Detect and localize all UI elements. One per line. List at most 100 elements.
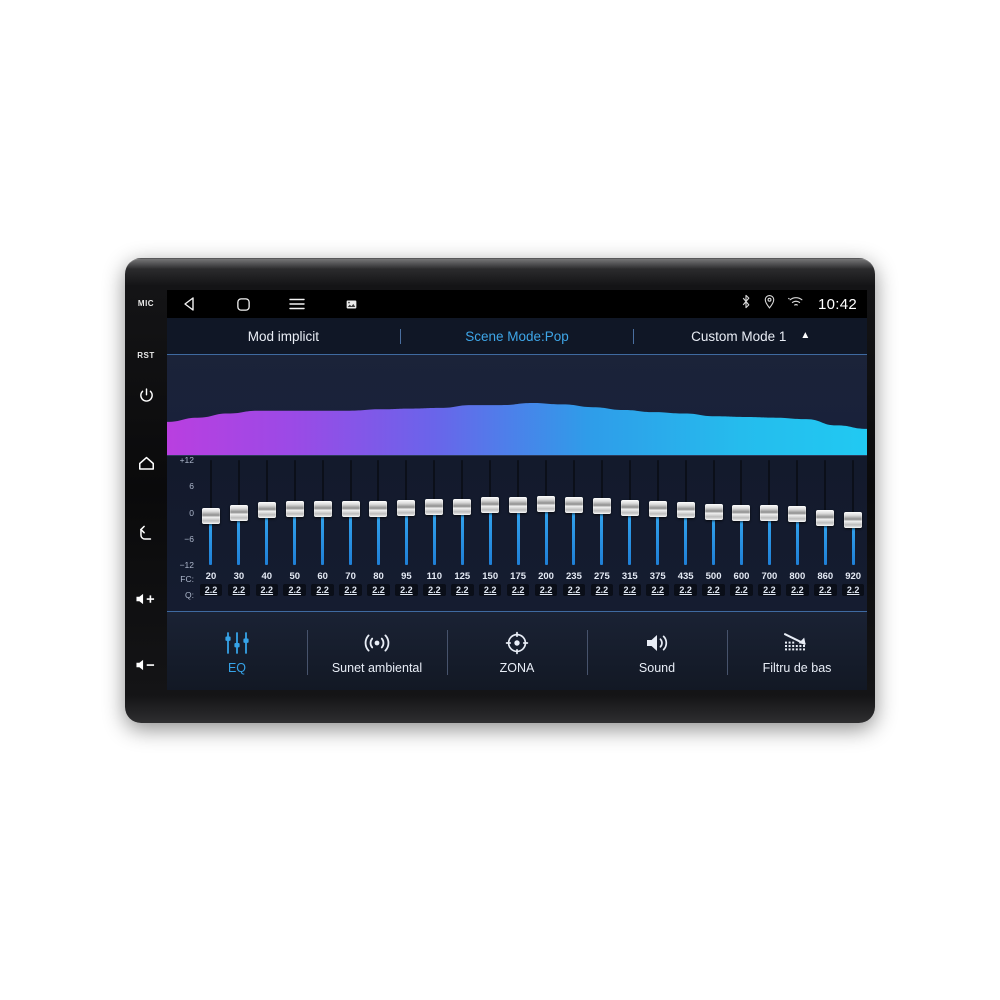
eq-band-q[interactable]: 2.2	[590, 584, 614, 596]
eq-band-slider[interactable]	[811, 456, 839, 569]
slider-handle[interactable]	[732, 504, 751, 521]
eq-band-q[interactable]: 2.2	[255, 584, 279, 596]
slider-handle[interactable]	[509, 497, 528, 514]
eq-band-slider[interactable]	[225, 456, 253, 569]
eq-band-slider[interactable]	[672, 456, 700, 569]
slider-fill	[544, 503, 548, 565]
eq-band-slider[interactable]	[644, 456, 672, 569]
slider-handle[interactable]	[229, 504, 248, 521]
eq-band-frequency: 435	[677, 571, 694, 582]
eq-band-q[interactable]: 2.2	[786, 584, 809, 596]
eq-band-slider[interactable]	[420, 456, 448, 569]
mode-scene[interactable]: Scene Mode:Pop	[401, 329, 634, 344]
eq-band-slider[interactable]	[309, 456, 337, 569]
slider-handle[interactable]	[592, 498, 611, 515]
slider-handle[interactable]	[313, 500, 332, 517]
eq-band-slider[interactable]	[783, 456, 811, 569]
chevron-up-icon[interactable]: ▲	[800, 331, 810, 341]
slider-fill	[628, 508, 632, 565]
eq-band-q[interactable]: 2.2	[199, 584, 223, 596]
eq-band-slider[interactable]	[337, 456, 365, 569]
tab-surround[interactable]: Sunet ambiental	[307, 612, 447, 690]
slider-handle[interactable]	[341, 500, 360, 517]
slider-handle[interactable]	[844, 511, 863, 528]
eq-band-q[interactable]: 2.2	[841, 584, 865, 596]
eq-band-slider[interactable]	[392, 456, 420, 569]
slider-handle[interactable]	[397, 499, 416, 516]
reset-button[interactable]: RST	[131, 340, 161, 370]
mic-button[interactable]: MIC	[131, 288, 161, 318]
slider-handle[interactable]	[620, 500, 639, 517]
eq-band-slider[interactable]	[616, 456, 644, 569]
eq-band-q[interactable]: 2.2	[367, 584, 390, 596]
eq-band-slider[interactable]	[253, 456, 281, 569]
eq-band-slider[interactable]	[448, 456, 476, 569]
eq-band-q[interactable]: 2.2	[395, 584, 418, 596]
back-icon[interactable]	[179, 294, 199, 314]
menu-icon[interactable]	[287, 294, 307, 314]
eq-band-slider[interactable]	[281, 456, 309, 569]
mode-custom[interactable]: Custom Mode 1 ▲	[634, 329, 867, 344]
eq-band-slider[interactable]	[504, 456, 532, 569]
eq-band-q[interactable]: 2.2	[813, 584, 837, 596]
eq-band-q[interactable]: 2.2	[534, 584, 558, 596]
head-unit-device: MIC RST 10:42 Mod implicit Scene Mode:Po…	[125, 258, 875, 723]
eq-band-q[interactable]: 2.2	[646, 584, 669, 596]
slider-handle[interactable]	[648, 501, 667, 518]
slider-handle[interactable]	[537, 495, 556, 512]
mode-default[interactable]: Mod implicit	[167, 329, 400, 344]
home-icon[interactable]	[131, 448, 161, 478]
eq-band-q[interactable]: 2.2	[478, 584, 502, 596]
eq-band-q[interactable]: 2.2	[506, 584, 530, 596]
tab-sound[interactable]: Sound	[587, 612, 727, 690]
eq-band-slider[interactable]	[700, 456, 728, 569]
slider-handle[interactable]	[369, 500, 388, 517]
tab-zone[interactable]: ZONA	[447, 612, 587, 690]
eq-band-slider[interactable]	[755, 456, 783, 569]
eq-band-slider[interactable]	[365, 456, 393, 569]
eq-band-slider[interactable]	[588, 456, 616, 569]
slider-handle[interactable]	[201, 507, 220, 524]
volume-down-icon[interactable]	[131, 650, 161, 680]
power-icon[interactable]	[131, 380, 161, 410]
eq-band-q[interactable]: 2.2	[227, 584, 251, 596]
slider-handle[interactable]	[425, 499, 444, 516]
eq-band-frequency: 315	[621, 571, 638, 582]
tab-eq-label: EQ	[227, 660, 247, 675]
eq-band-q[interactable]: 2.2	[283, 584, 306, 596]
eq-band-q[interactable]: 2.2	[311, 584, 334, 596]
eq-band-q[interactable]: 2.2	[618, 584, 642, 596]
eq-band-slider[interactable]	[476, 456, 504, 569]
eq-band-q[interactable]: 2.2	[562, 584, 586, 596]
slider-handle[interactable]	[676, 502, 695, 519]
slider-handle[interactable]	[704, 504, 723, 521]
screenshot-icon[interactable]	[341, 294, 361, 314]
eq-band-q[interactable]: 2.2	[758, 584, 781, 596]
slider-fill	[293, 508, 297, 565]
eq-band-q[interactable]: 2.2	[451, 584, 474, 596]
slider-handle[interactable]	[788, 505, 807, 522]
eq-band-q[interactable]: 2.2	[339, 584, 362, 596]
slider-handle[interactable]	[453, 498, 472, 515]
home-icon[interactable]	[233, 294, 253, 314]
eq-band-q[interactable]: 2.2	[702, 584, 725, 596]
back-icon[interactable]	[131, 518, 161, 548]
slider-handle[interactable]	[816, 509, 835, 526]
volume-up-icon[interactable]	[131, 584, 161, 614]
eq-band-q[interactable]: 2.2	[730, 584, 753, 596]
eq-band-q[interactable]: 2.2	[674, 584, 697, 596]
tab-bass-filter[interactable]: Filtru de bas	[727, 612, 867, 690]
slider-handle[interactable]	[481, 497, 500, 514]
slider-handle[interactable]	[760, 504, 779, 521]
eq-band-slider[interactable]	[839, 456, 867, 569]
eq-band-slider[interactable]	[728, 456, 756, 569]
eq-band-slider[interactable]	[532, 456, 560, 569]
eq-band-slider[interactable]	[197, 456, 225, 569]
slider-handle[interactable]	[257, 502, 276, 519]
eq-band-q[interactable]: 2.2	[423, 584, 446, 596]
slider-handle[interactable]	[285, 500, 304, 517]
slider-handle[interactable]	[564, 496, 583, 513]
tab-eq[interactable]: EQ	[167, 612, 307, 690]
eq-band-slider[interactable]	[560, 456, 588, 569]
eq-band-frequency: 80	[373, 571, 384, 582]
